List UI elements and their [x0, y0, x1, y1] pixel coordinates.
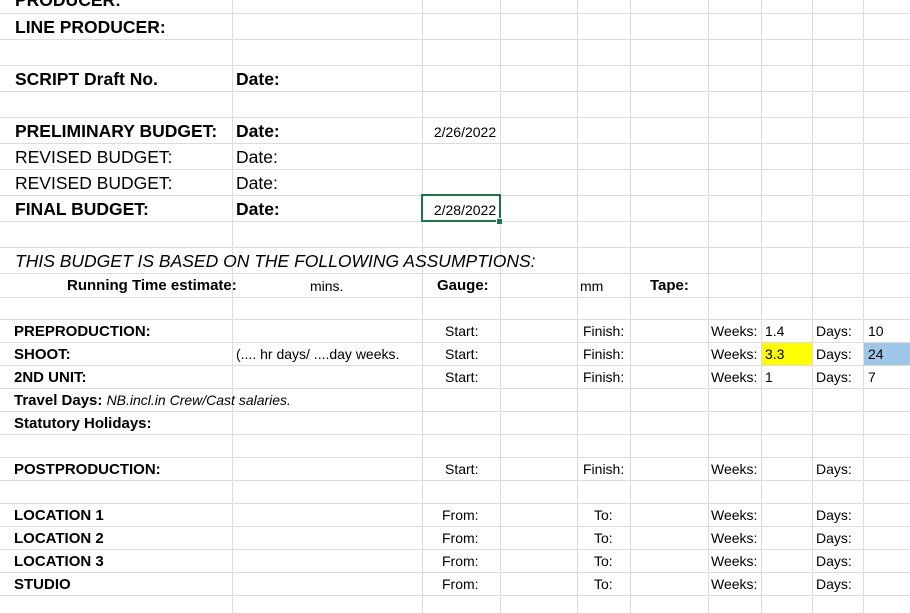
travel-days-label: Travel Days:	[14, 392, 103, 409]
shoot-label[interactable]: SHOOT:	[14, 347, 71, 362]
shoot-note[interactable]: (.... hr days/ ....day weeks.	[236, 347, 399, 361]
revised-date-label-1[interactable]: Date:	[236, 148, 278, 167]
studio-weeks-label[interactable]: Weeks:	[711, 577, 757, 591]
revised-budget-label-2[interactable]: REVISED BUDGET:	[15, 174, 173, 193]
second-unit-finish-label[interactable]: Finish:	[583, 370, 624, 384]
travel-days-cell[interactable]: Travel Days: NB.incl.in Crew/Cast salari…	[14, 393, 291, 408]
location-2-label[interactable]: LOCATION 2	[14, 531, 104, 546]
revised-date-label-2[interactable]: Date:	[236, 174, 278, 193]
second-unit-days-label[interactable]: Days:	[816, 370, 852, 384]
postproduction-days-label[interactable]: Days:	[816, 462, 852, 476]
assumptions-heading[interactable]: THIS BUDGET IS BASED ON THE FOLLOWING AS…	[15, 252, 536, 271]
shoot-finish-label[interactable]: Finish:	[583, 347, 624, 361]
preproduction-weeks-label[interactable]: Weeks:	[711, 324, 757, 338]
preproduction-days-value[interactable]: 10	[868, 324, 884, 338]
preproduction-days-label[interactable]: Days:	[816, 324, 852, 338]
location-2-days-label[interactable]: Days:	[816, 531, 852, 545]
preproduction-label[interactable]: PREPRODUCTION:	[14, 324, 151, 339]
shoot-start-label[interactable]: Start:	[445, 347, 478, 361]
shoot-days-label[interactable]: Days:	[816, 347, 852, 361]
location-1-days-label[interactable]: Days:	[816, 508, 852, 522]
postproduction-weeks-label[interactable]: Weeks:	[711, 462, 757, 476]
final-budget-label[interactable]: FINAL BUDGET:	[15, 200, 149, 219]
second-unit-start-label[interactable]: Start:	[445, 370, 478, 384]
second-unit-label[interactable]: 2ND UNIT:	[14, 370, 87, 385]
running-time-label[interactable]: Running Time estimate:	[67, 278, 237, 293]
postproduction-start-label[interactable]: Start:	[445, 462, 478, 476]
preliminary-date-label[interactable]: Date:	[236, 122, 280, 141]
postproduction-finish-label[interactable]: Finish:	[583, 462, 624, 476]
location-3-to-label[interactable]: To:	[594, 554, 613, 568]
second-unit-days-value[interactable]: 7	[868, 370, 876, 384]
script-draft-label[interactable]: SCRIPT Draft No.	[15, 70, 158, 89]
revised-budget-label-1[interactable]: REVISED BUDGET:	[15, 148, 173, 167]
location-3-from-label[interactable]: From:	[442, 554, 479, 568]
studio-days-label[interactable]: Days:	[816, 577, 852, 591]
second-unit-weeks-label[interactable]: Weeks:	[711, 370, 757, 384]
location-1-from-label[interactable]: From:	[442, 508, 479, 522]
preproduction-finish-label[interactable]: Finish:	[583, 324, 624, 338]
location-1-to-label[interactable]: To:	[594, 508, 613, 522]
statutory-holidays-label[interactable]: Statutory Holidays:	[14, 416, 152, 431]
fill-handle[interactable]	[496, 218, 503, 225]
final-date-label[interactable]: Date:	[236, 200, 280, 219]
location-2-from-label[interactable]: From:	[442, 531, 479, 545]
producer-label[interactable]: PRODUCER:	[15, 0, 121, 10]
preliminary-date-value[interactable]: 2/26/2022	[422, 125, 508, 139]
preliminary-budget-label[interactable]: PRELIMINARY BUDGET:	[15, 122, 217, 141]
location-3-days-label[interactable]: Days:	[816, 554, 852, 568]
location-1-weeks-label[interactable]: Weeks:	[711, 508, 757, 522]
preproduction-weeks-value[interactable]: 1.4	[765, 324, 784, 338]
preproduction-start-label[interactable]: Start:	[445, 324, 478, 338]
tape-label[interactable]: Tape:	[650, 278, 689, 293]
script-date-label[interactable]: Date:	[236, 70, 280, 89]
location-3-weeks-label[interactable]: Weeks:	[711, 554, 757, 568]
studio-label[interactable]: STUDIO	[14, 577, 71, 592]
location-1-label[interactable]: LOCATION 1	[14, 508, 104, 523]
mm-label[interactable]: mm	[580, 279, 603, 293]
travel-days-note: NB.incl.in Crew/Cast salaries.	[106, 392, 291, 408]
location-2-to-label[interactable]: To:	[594, 531, 613, 545]
shoot-weeks-label[interactable]: Weeks:	[711, 347, 757, 361]
studio-from-label[interactable]: From:	[442, 577, 479, 591]
shoot-days-value[interactable]: 24	[868, 347, 884, 361]
studio-to-label[interactable]: To:	[594, 577, 613, 591]
location-3-label[interactable]: LOCATION 3	[14, 554, 104, 569]
location-2-weeks-label[interactable]: Weeks:	[711, 531, 757, 545]
line-producer-label[interactable]: LINE PRODUCER:	[15, 18, 166, 37]
gauge-label[interactable]: Gauge:	[437, 278, 489, 293]
second-unit-weeks-value[interactable]: 1	[765, 370, 773, 384]
selected-cell[interactable]	[421, 194, 501, 222]
shoot-weeks-value[interactable]: 3.3	[765, 347, 784, 361]
postproduction-label[interactable]: POSTPRODUCTION:	[14, 462, 161, 477]
mins-label[interactable]: mins.	[310, 279, 343, 293]
